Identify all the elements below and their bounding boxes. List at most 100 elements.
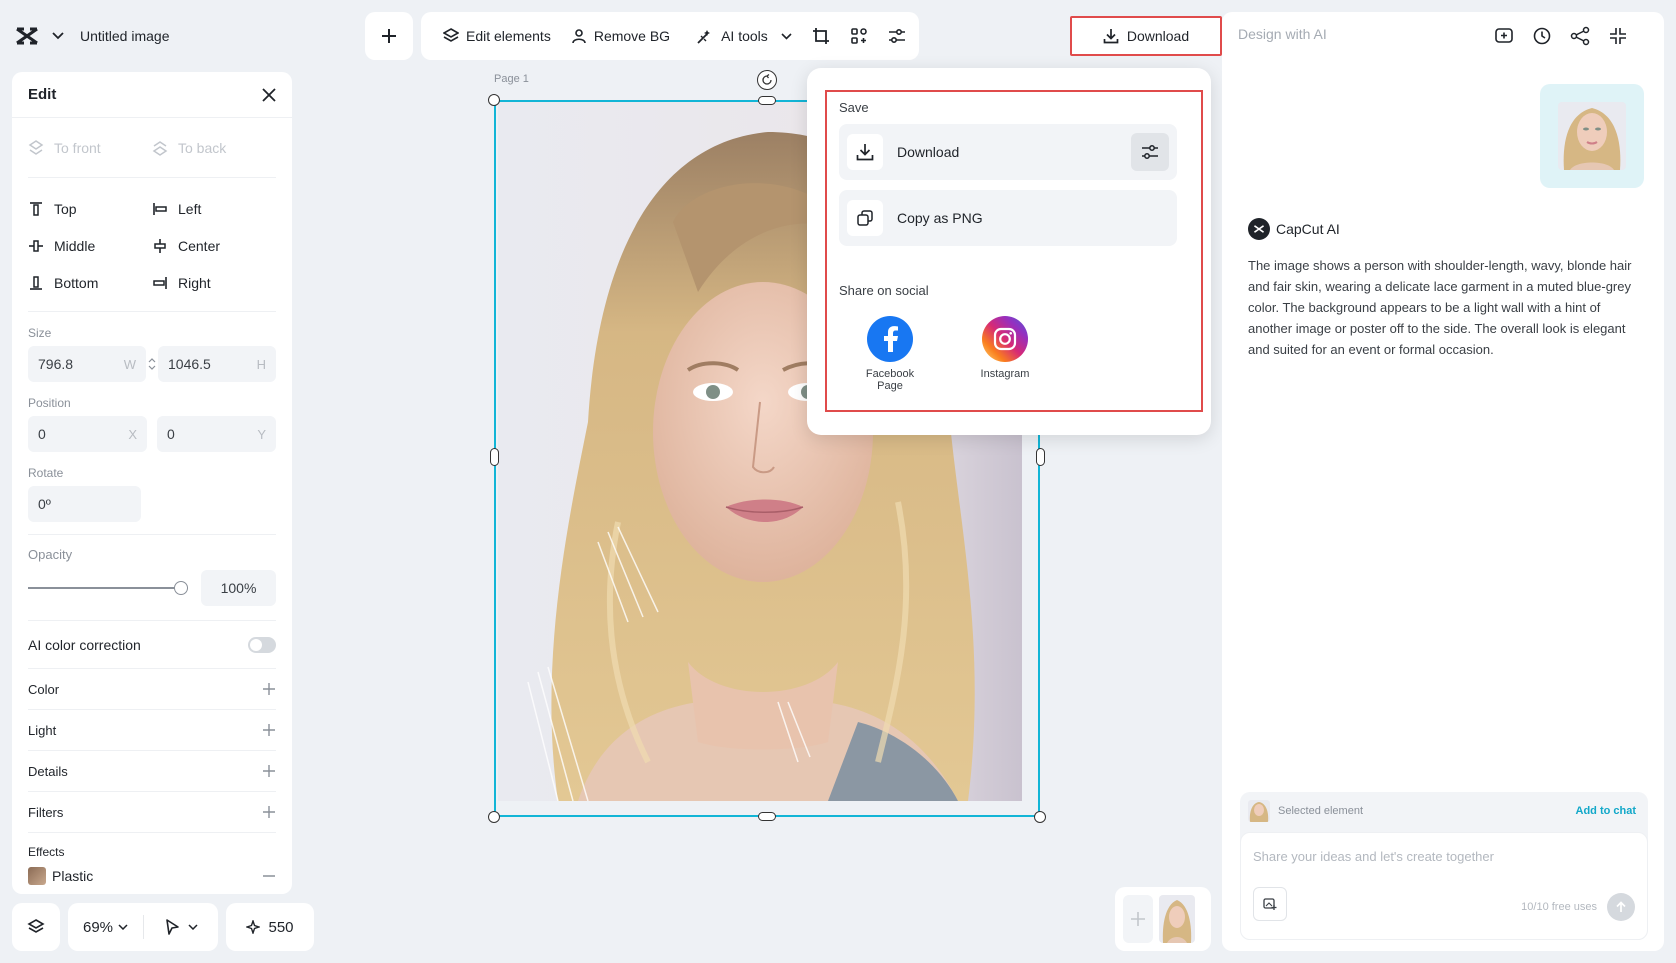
ai-color-correction-toggle[interactable] [248, 636, 276, 653]
y-field[interactable]: 0 Y [157, 416, 276, 452]
effect-thumbnail [28, 867, 46, 885]
align-left-button[interactable]: Left [152, 190, 276, 227]
align-middle-button[interactable]: Middle [28, 227, 152, 264]
adjust-button[interactable] [880, 18, 914, 54]
uploaded-image-thumbnail[interactable] [1540, 84, 1644, 188]
effects-label: Effects [28, 845, 65, 859]
popup-download-button[interactable]: Download [839, 124, 1177, 180]
facebook-label-line2: Page [877, 380, 903, 392]
instagram-icon [982, 316, 1028, 362]
resize-handle-right[interactable] [1036, 448, 1045, 466]
scan-button[interactable] [842, 18, 876, 54]
facebook-label-line1: Facebook [865, 368, 915, 380]
remove-bg-button[interactable]: Remove BG [563, 18, 678, 54]
new-chat-icon[interactable] [1494, 26, 1514, 46]
resize-handle-top[interactable] [758, 96, 776, 105]
chevron-down-icon[interactable] [52, 32, 64, 40]
capcut-logo-icon[interactable] [14, 21, 44, 51]
align-bottom-icon [28, 275, 44, 291]
position-label: Position [28, 396, 71, 410]
send-button[interactable] [1607, 893, 1635, 921]
edit-panel: Edit To front To back Top Left Middle Ce… [12, 72, 292, 894]
rotate-field[interactable]: 0º [28, 486, 141, 522]
align-left-label: Left [178, 200, 202, 217]
chat-input[interactable]: Share your ideas and let's create togeth… [1253, 849, 1494, 864]
share-icon[interactable] [1570, 26, 1590, 46]
light-label: Light [28, 722, 57, 738]
document-title[interactable]: Untitled image [80, 28, 170, 44]
to-back-label: To back [178, 139, 227, 156]
to-back-button[interactable]: To back [152, 129, 276, 166]
ai-tools-button[interactable]: AI tools [688, 18, 800, 54]
ai-panel-title: Design with AI [1238, 26, 1327, 42]
add-button[interactable] [365, 12, 413, 60]
plus-icon[interactable] [262, 805, 276, 819]
plus-icon[interactable] [262, 723, 276, 737]
layers-button[interactable] [12, 903, 60, 951]
history-icon[interactable] [1532, 26, 1552, 46]
close-icon[interactable] [262, 87, 276, 102]
download-label: Download [1126, 28, 1190, 44]
page-thumbnail[interactable] [1159, 895, 1195, 943]
facebook-share-button[interactable]: Facebook Page [850, 316, 930, 392]
resize-handle-br[interactable] [1034, 811, 1046, 823]
add-to-chat-link[interactable]: Add to chat [1576, 805, 1637, 817]
collapse-icon[interactable] [1608, 26, 1628, 46]
pointer-dropdown[interactable] [144, 918, 218, 936]
opacity-knob[interactable] [174, 581, 188, 595]
filters-label: Filters [28, 804, 64, 820]
edit-panel-header: Edit [12, 72, 292, 118]
align-top-button[interactable]: Top [28, 190, 152, 227]
x-suffix: X [128, 426, 137, 442]
align-center-button[interactable]: Center [152, 227, 276, 264]
height-field[interactable]: 1046.5 H [158, 346, 276, 382]
selected-element-thumbnail [1248, 800, 1270, 822]
opacity-field[interactable]: 100% [201, 570, 276, 606]
resize-handle-tl[interactable] [488, 94, 500, 106]
plus-icon[interactable] [262, 682, 276, 696]
rotate-handle[interactable] [757, 70, 777, 90]
width-field[interactable]: 796.8 W [28, 346, 146, 382]
instagram-label: Instagram [980, 368, 1030, 380]
opacity-slider[interactable] [28, 580, 188, 596]
credits-button[interactable]: 550 [226, 903, 314, 951]
send-icon [1616, 901, 1626, 912]
x-value: 0 [38, 426, 46, 442]
resize-handle-left[interactable] [490, 448, 499, 466]
align-right-button[interactable]: Right [152, 264, 276, 301]
light-row[interactable]: Light [28, 710, 276, 751]
sliders-icon [888, 27, 906, 45]
layer-order-section: To front To back [28, 118, 276, 178]
align-bottom-button[interactable]: Bottom [28, 264, 152, 301]
to-front-button[interactable]: To front [28, 129, 152, 166]
effect-item[interactable]: Plastic [28, 867, 276, 885]
copy-png-button[interactable]: Copy as PNG [839, 190, 1177, 246]
align-middle-icon [28, 238, 44, 254]
remove-bg-label: Remove BG [593, 28, 671, 44]
instagram-share-button[interactable]: Instagram [965, 316, 1045, 380]
edit-elements-button[interactable]: Edit elements [435, 18, 559, 54]
chat-input-area: Share your ideas and let's create togeth… [1240, 832, 1648, 940]
rotate-label: Rotate [28, 466, 64, 480]
color-row[interactable]: Color [28, 669, 276, 710]
align-section: Top Left Middle Center Bottom Right [28, 178, 276, 312]
details-row[interactable]: Details [28, 751, 276, 792]
lock-ratio-icon[interactable] [148, 357, 156, 371]
x-field[interactable]: 0 X [28, 416, 147, 452]
details-label: Details [28, 763, 68, 779]
filters-row[interactable]: Filters [28, 792, 276, 833]
copy-png-label: Copy as PNG [897, 210, 983, 226]
image-upload-button[interactable] [1253, 887, 1287, 921]
resize-handle-bottom[interactable] [758, 812, 776, 821]
crop-button[interactable] [804, 18, 838, 54]
effect-item-label: Plastic [52, 868, 94, 884]
download-button[interactable]: Download [1070, 16, 1222, 56]
resize-handle-bl[interactable] [488, 811, 500, 823]
plus-icon[interactable] [262, 764, 276, 778]
zoom-dropdown[interactable]: 69% [68, 919, 143, 936]
minus-icon[interactable] [262, 869, 276, 883]
rotate-icon [762, 74, 772, 85]
add-page-button[interactable] [1123, 895, 1153, 943]
plus-icon [1131, 912, 1145, 926]
download-settings-button[interactable] [1131, 133, 1169, 171]
